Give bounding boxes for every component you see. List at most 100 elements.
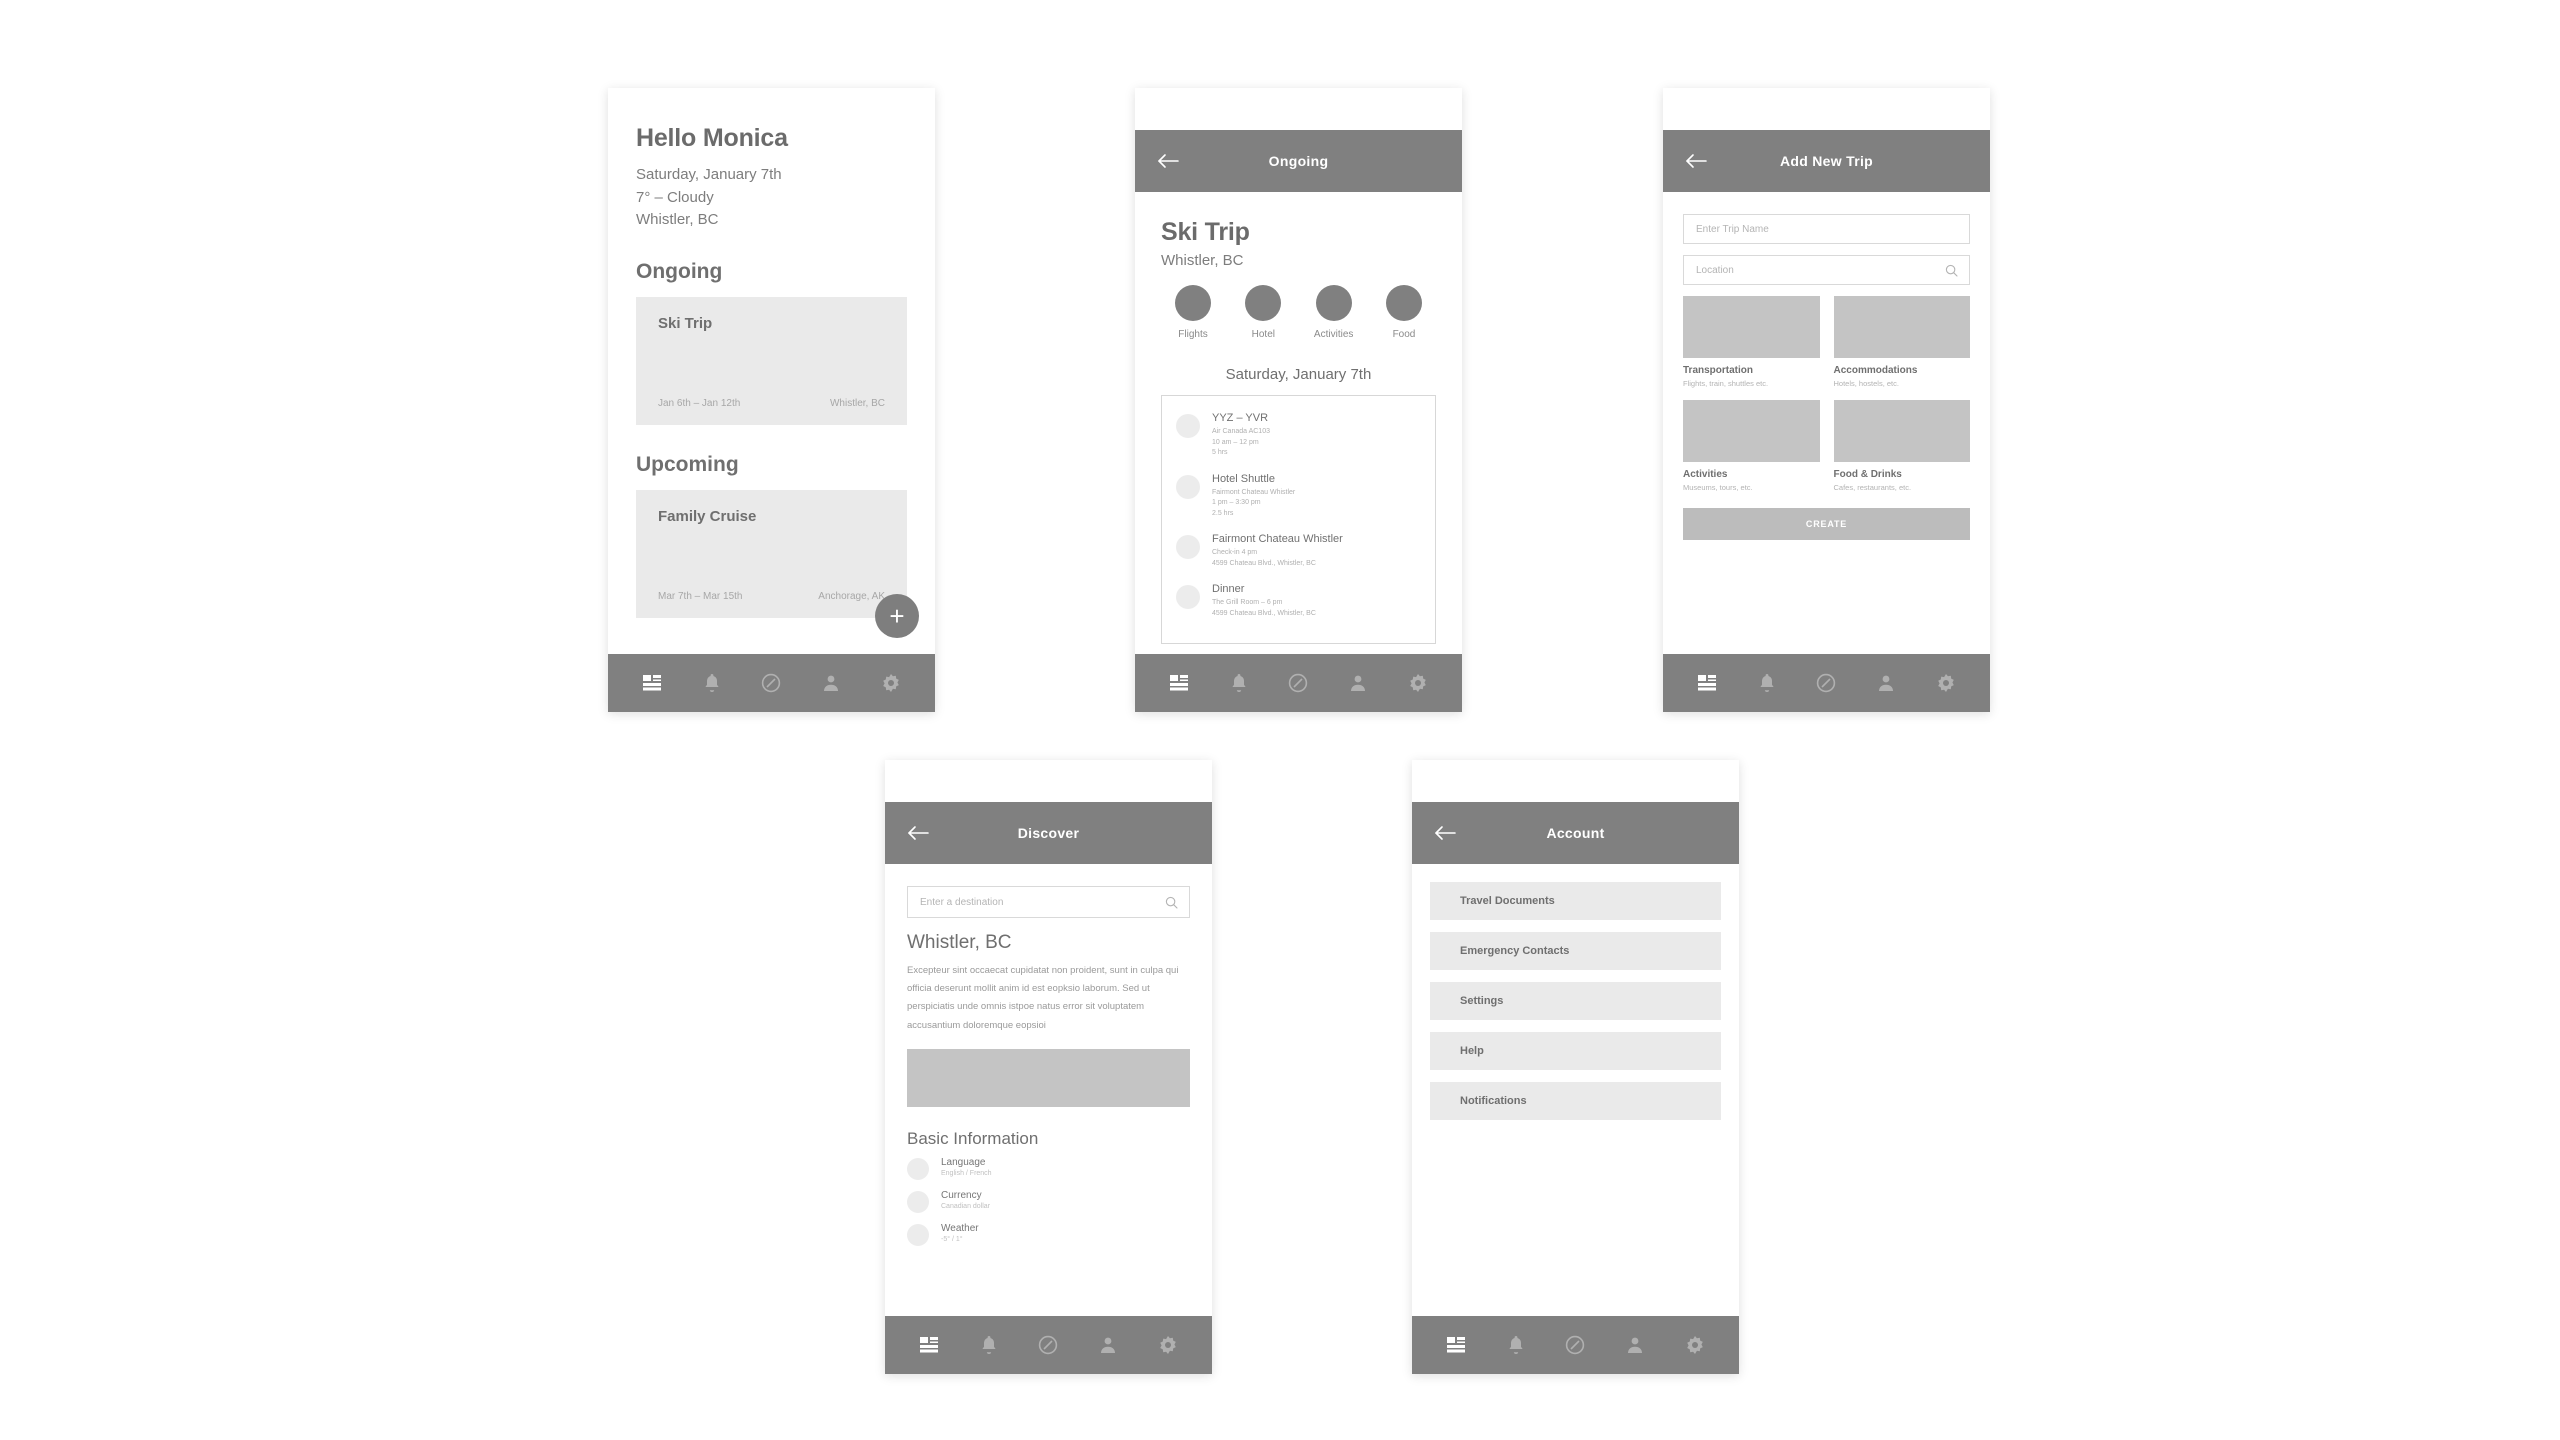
- account-item-emergency-contacts[interactable]: Emergency Contacts: [1430, 932, 1721, 970]
- category-activities[interactable]: Activities: [1306, 285, 1362, 340]
- nav-gear-icon[interactable]: [874, 666, 908, 700]
- nav-dashboard-icon[interactable]: [1162, 666, 1196, 700]
- category-grid: Transportation Flights, train, shuttles …: [1683, 296, 1970, 492]
- appbar-title: Discover: [1017, 825, 1080, 841]
- back-arrow-icon[interactable]: [1432, 820, 1458, 846]
- nav-person-icon[interactable]: [814, 666, 848, 700]
- account-item-settings[interactable]: Settings: [1430, 982, 1721, 1020]
- info-value: Canadian dollar: [941, 1202, 991, 1210]
- itinerary-date-heading: Saturday, January 7th: [1225, 366, 1372, 383]
- destination-search-placeholder: Enter a destination: [920, 896, 1004, 908]
- itinerary-item[interactable]: YYZ – YVR Air Canada AC103 10 am – 12 pm…: [1176, 412, 1425, 459]
- destination-search-input[interactable]: Enter a destination: [907, 886, 1190, 918]
- nav-bell-icon[interactable]: [695, 666, 729, 700]
- account-item-help[interactable]: Help: [1430, 1032, 1721, 1070]
- category-subtitle: Cafes, restaurants, etc.: [1833, 483, 1912, 492]
- nav-gear-icon[interactable]: [1151, 1328, 1185, 1362]
- category-food[interactable]: Food: [1376, 285, 1432, 340]
- nav-person-icon[interactable]: [1618, 1328, 1652, 1362]
- accommodations-image-placeholder: [1833, 296, 1970, 358]
- discover-content: Enter a destination Whistler, BC Excepte…: [885, 864, 1212, 1316]
- itinerary-item[interactable]: Fairmont Chateau Whistler Check-in 4 pm …: [1176, 533, 1425, 569]
- account-content: Travel Documents Emergency Contacts Sett…: [1412, 864, 1739, 1316]
- destination-heading: Whistler, BC: [907, 932, 1012, 953]
- nav-person-icon[interactable]: [1091, 1328, 1125, 1362]
- add-trip-content: Enter Trip Name Location Transportation …: [1663, 192, 1990, 654]
- info-item-language: Language English / French: [907, 1157, 1190, 1180]
- category-hotel[interactable]: Hotel: [1235, 285, 1291, 340]
- food-drinks-image-placeholder: [1833, 400, 1970, 462]
- bottom-nav: [1135, 654, 1462, 712]
- trip-name-input[interactable]: Enter Trip Name: [1683, 214, 1970, 244]
- trip-card-ongoing[interactable]: Ski Trip Jan 6th – Jan 12th Whistler, BC: [636, 296, 907, 425]
- appbar-title: Ongoing: [1268, 153, 1329, 169]
- category-card-activities[interactable]: Activities Museums, tours, etc.: [1683, 400, 1820, 492]
- category-bubble-row: Flights Hotel Activities Food: [1161, 285, 1436, 340]
- nav-person-icon[interactable]: [1341, 666, 1375, 700]
- trip-card-upcoming[interactable]: Family Cruise Mar 7th – Mar 15th Anchora…: [636, 489, 907, 618]
- add-trip-fab[interactable]: +: [875, 594, 919, 638]
- nav-person-icon[interactable]: [1869, 666, 1903, 700]
- category-card-accommodations[interactable]: Accommodations Hotels, hostels, etc.: [1833, 296, 1970, 388]
- itinerary-line2: 4599 Chateau Blvd., Whistler, BC: [1212, 559, 1316, 567]
- search-icon[interactable]: [1165, 896, 1178, 909]
- back-arrow-icon[interactable]: [905, 820, 931, 846]
- location-placeholder: Location: [1696, 264, 1734, 276]
- itinerary-line1: Check-in 4 pm: [1212, 549, 1258, 556]
- account-item-notifications[interactable]: Notifications: [1430, 1082, 1721, 1120]
- category-card-transportation[interactable]: Transportation Flights, train, shuttles …: [1683, 296, 1820, 388]
- nav-compass-icon[interactable]: [754, 666, 788, 700]
- statusbar-spacer: [1663, 88, 1990, 130]
- nav-compass-icon[interactable]: [1809, 666, 1843, 700]
- category-flights[interactable]: Flights: [1165, 285, 1221, 340]
- search-icon[interactable]: [1945, 264, 1958, 277]
- category-card-food-drinks[interactable]: Food & Drinks Cafes, restaurants, etc.: [1833, 400, 1970, 492]
- back-arrow-icon[interactable]: [1155, 148, 1181, 174]
- nav-compass-icon[interactable]: [1281, 666, 1315, 700]
- nav-gear-icon[interactable]: [1678, 1328, 1712, 1362]
- nav-bell-icon[interactable]: [1499, 1328, 1533, 1362]
- trip-card-place: Anchorage, AK: [818, 590, 885, 602]
- wireframe-canvas: Hello Monica Saturday, January 7th 7° – …: [0, 0, 2560, 1440]
- nav-dashboard-icon[interactable]: [1439, 1328, 1473, 1362]
- nav-compass-icon[interactable]: [1031, 1328, 1065, 1362]
- nav-gear-icon[interactable]: [1929, 666, 1963, 700]
- location-input[interactable]: Location: [1683, 255, 1970, 285]
- bottom-nav: [1663, 654, 1990, 712]
- itinerary-line1: Air Canada AC103: [1212, 428, 1270, 435]
- itinerary-bullet-icon: [1176, 535, 1200, 559]
- itinerary-item[interactable]: Dinner The Grill Room – 6 pm 4599 Chatea…: [1176, 583, 1425, 619]
- trip-card-name: Ski Trip: [658, 314, 713, 332]
- nav-dashboard-icon[interactable]: [912, 1328, 946, 1362]
- account-item-travel-documents[interactable]: Travel Documents: [1430, 882, 1721, 920]
- nav-bell-icon[interactable]: [1750, 666, 1784, 700]
- trip-card-dates: Mar 7th – Mar 15th: [658, 590, 743, 602]
- trip-card-place: Whistler, BC: [829, 397, 885, 409]
- phone-screen-account: Account Travel Documents Emergency Conta…: [1412, 760, 1739, 1374]
- create-button[interactable]: CREATE: [1683, 508, 1970, 540]
- bottom-nav: [885, 1316, 1212, 1374]
- category-subtitle: Museums, tours, etc.: [1683, 483, 1753, 492]
- nav-dashboard-icon[interactable]: [1690, 666, 1724, 700]
- activities-image-placeholder: [1683, 400, 1820, 462]
- statusbar-spacer: [1412, 760, 1739, 802]
- info-item-weather: Weather -5° / 1°: [907, 1223, 1190, 1246]
- trip-location: Whistler, BC: [1161, 252, 1244, 269]
- nav-compass-icon[interactable]: [1558, 1328, 1592, 1362]
- nav-gear-icon[interactable]: [1401, 666, 1435, 700]
- itinerary-line3: 2.5 hrs: [1212, 509, 1234, 517]
- info-value: English / French: [941, 1169, 992, 1177]
- category-title: Transportation: [1683, 365, 1754, 376]
- nav-dashboard-icon[interactable]: [635, 666, 669, 700]
- category-title: Activities: [1683, 469, 1728, 480]
- appbar-title: Account: [1546, 825, 1605, 841]
- category-label: Activities: [1313, 329, 1354, 340]
- nav-bell-icon[interactable]: [972, 1328, 1006, 1362]
- appbar-title: Add New Trip: [1779, 153, 1874, 169]
- itinerary-item[interactable]: Hotel Shuttle Fairmont Chateau Whistler …: [1176, 473, 1425, 520]
- nav-bell-icon[interactable]: [1222, 666, 1256, 700]
- back-arrow-icon[interactable]: [1683, 148, 1709, 174]
- itinerary-line2: 4599 Chateau Blvd., Whistler, BC: [1212, 609, 1316, 617]
- home-weather: 7° – Cloudy: [636, 188, 714, 206]
- itinerary-bullet-icon: [1176, 474, 1200, 499]
